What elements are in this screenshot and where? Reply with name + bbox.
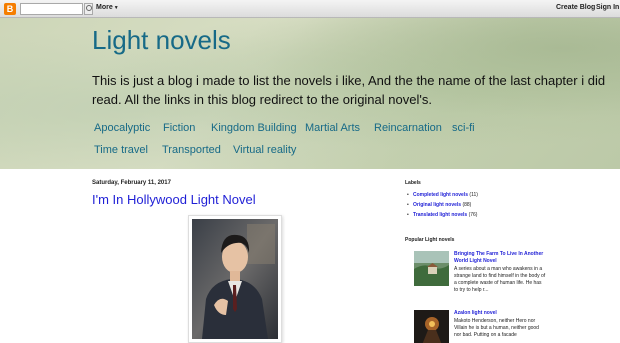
more-label: More	[96, 4, 113, 11]
label-link[interactable]: Completed light novels	[413, 192, 468, 198]
tab-transported[interactable]: Transported	[162, 144, 221, 156]
label-count: (88)	[462, 202, 472, 208]
label-item: Original light novels (88)	[405, 202, 478, 212]
search-input[interactable]	[20, 3, 83, 15]
popular-post-title[interactable]: Azalon light novel	[454, 310, 546, 317]
popular-post-title[interactable]: Bringing The Farm To Live In Another Wor…	[454, 251, 546, 265]
popular-widget-title: Popular Light novels	[405, 237, 455, 243]
tab-sci-fi[interactable]: sci-fi	[452, 122, 475, 134]
label-count: (76)	[468, 212, 478, 218]
tab-apocalyptic[interactable]: Apocalyptic	[94, 122, 150, 134]
popular-post-snippet: A series about a man who awakens in a st…	[454, 266, 546, 293]
blogger-logo-icon[interactable]: B	[4, 3, 16, 15]
create-blog-link[interactable]: Create Blog	[556, 4, 595, 11]
blog-header: Light novels This is just a blog i made …	[0, 18, 620, 169]
search-icon[interactable]	[84, 3, 93, 15]
tab-fiction[interactable]: Fiction	[163, 122, 195, 134]
chevron-down-icon: ▼	[113, 5, 119, 11]
blog-title[interactable]: Light novels	[92, 25, 231, 56]
label-link[interactable]: Translated light novels	[413, 212, 467, 218]
sign-in-link[interactable]: Sign In	[596, 4, 619, 11]
label-count: (11)	[469, 192, 478, 198]
tab-kingdom-building[interactable]: Kingdom Building	[211, 122, 297, 134]
post-date: Saturday, February 11, 2017	[92, 180, 171, 186]
tab-reincarnation[interactable]: Reincarnation	[374, 122, 442, 134]
label-link[interactable]: Original light novels	[413, 202, 461, 208]
blogger-navbar: B More▼ Create Blog Sign In	[0, 0, 620, 18]
popular-post-snippet: Makoto Henderson, neither Hero nor Villa…	[454, 318, 539, 338]
labels-list: Completed light novels (11) Original lig…	[405, 192, 478, 222]
more-menu-button[interactable]: More▼	[96, 4, 119, 11]
tab-martial-arts[interactable]: Martial Arts	[305, 122, 360, 134]
cover-illustration	[192, 219, 278, 339]
tab-virtual-reality[interactable]: Virtual reality	[233, 144, 296, 156]
popular-post-thumbnail[interactable]	[414, 251, 449, 286]
popular-post-thumbnail[interactable]	[414, 310, 449, 343]
main-content: Saturday, February 11, 2017 I'm In Holly…	[0, 169, 620, 343]
label-item: Completed light novels (11)	[405, 192, 478, 202]
labels-widget-title: Labels	[405, 180, 421, 186]
tab-time-travel[interactable]: Time travel	[94, 144, 148, 156]
blog-description: This is just a blog i made to list the n…	[92, 73, 606, 107]
post-cover-image[interactable]	[188, 215, 282, 343]
label-item: Translated light novels (76)	[405, 212, 478, 222]
post-title-link[interactable]: I'm In Hollywood Light Novel	[92, 192, 256, 207]
